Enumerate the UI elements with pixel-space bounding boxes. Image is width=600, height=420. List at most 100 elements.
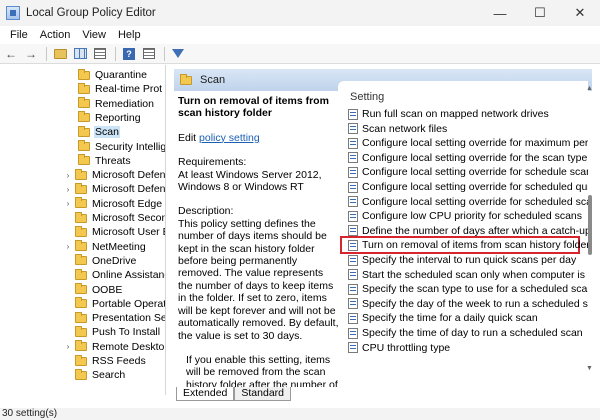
folder-icon bbox=[78, 111, 90, 123]
folder-icon bbox=[75, 168, 87, 180]
tree-item[interactable]: Search bbox=[64, 368, 126, 382]
setting-row[interactable]: Specify the scan type to use for a sched… bbox=[348, 282, 588, 296]
tree-item[interactable]: › Microsoft Edge bbox=[64, 197, 163, 211]
expand-chevron-icon[interactable]: › bbox=[64, 242, 72, 251]
tree-item[interactable]: › NetMeeting bbox=[64, 240, 147, 254]
tree-item-label: Threats bbox=[95, 154, 131, 167]
menu-file[interactable]: File bbox=[4, 29, 34, 41]
tree-item[interactable]: Threats bbox=[78, 154, 132, 168]
tree-item-label: OOBE bbox=[92, 283, 123, 296]
setting-label: Specify the day of the week to run a sch… bbox=[362, 297, 588, 310]
setting-row[interactable]: Configure local setting override for sch… bbox=[348, 195, 588, 209]
policy-setting-icon bbox=[348, 225, 358, 237]
up-folder-button[interactable] bbox=[51, 45, 69, 63]
tree-item[interactable]: Microsoft Second bbox=[64, 211, 165, 225]
setting-row[interactable]: Run full scan on mapped network drives bbox=[348, 107, 549, 121]
forward-arrow-icon[interactable]: → bbox=[22, 45, 40, 63]
tree-item[interactable]: Remediation bbox=[78, 97, 155, 111]
settings-list[interactable]: Setting Run full scan on mapped network … bbox=[338, 81, 588, 373]
setting-column-header[interactable]: Setting bbox=[350, 91, 384, 103]
properties-icon bbox=[143, 48, 155, 59]
tree-item[interactable]: Reporting bbox=[78, 111, 142, 125]
expand-chevron-icon[interactable]: › bbox=[64, 171, 72, 180]
tree-item-label: Search bbox=[92, 369, 126, 382]
tree-item[interactable]: Online Assistance bbox=[64, 268, 165, 282]
tree-item[interactable]: Quarantine bbox=[78, 68, 148, 82]
back-arrow-icon[interactable]: ← bbox=[2, 45, 20, 63]
menu-action[interactable]: Action bbox=[34, 29, 77, 41]
pane-header-title: Scan bbox=[200, 74, 226, 86]
folder-icon bbox=[75, 240, 87, 252]
scroll-up-arrow-icon[interactable]: ▲ bbox=[586, 85, 593, 92]
setting-row[interactable]: Configure local setting override for sch… bbox=[348, 165, 588, 179]
menu-help[interactable]: Help bbox=[112, 29, 147, 41]
menu-bar: File Action View Help bbox=[0, 26, 600, 44]
console-tree[interactable]: Quarantine Real-time Prot Remediation Repor… bbox=[0, 65, 166, 395]
close-button[interactable]: ✕ bbox=[560, 0, 600, 26]
tree-item[interactable]: › Remote Desktop S bbox=[64, 340, 165, 354]
setting-row[interactable]: Specify the interval to run quick scans … bbox=[348, 253, 576, 267]
view-tabs: Extended Standard bbox=[170, 387, 600, 401]
menu-view[interactable]: View bbox=[76, 29, 112, 41]
setting-row[interactable]: Scan network files bbox=[348, 122, 447, 136]
tree-item-label: Security Intellig bbox=[95, 140, 166, 153]
setting-label: Specify the time for a daily quick scan bbox=[362, 312, 538, 325]
help-button[interactable]: ? bbox=[120, 45, 138, 63]
tree-item[interactable]: › Microsoft Defende bbox=[64, 168, 166, 182]
setting-row[interactable]: Specify the time for a daily quick scan bbox=[348, 311, 538, 325]
setting-row[interactable]: Configure local setting override for sch… bbox=[348, 180, 588, 194]
policy-setting-link[interactable]: policy setting bbox=[199, 132, 260, 144]
folder-icon bbox=[75, 225, 87, 237]
tree-item-label: Microsoft Defende bbox=[92, 183, 166, 196]
tree-item[interactable]: Real-time Prot bbox=[78, 82, 163, 96]
help-icon: ? bbox=[123, 47, 135, 60]
show-hide-tree-button[interactable] bbox=[71, 45, 89, 63]
minimize-button[interactable]: — bbox=[480, 0, 520, 26]
setting-row[interactable]: Configure low CPU priority for scheduled… bbox=[348, 209, 582, 223]
setting-label: Define the number of days after which a … bbox=[362, 224, 588, 237]
status-bar: 30 setting(s) bbox=[0, 408, 600, 420]
setting-row[interactable]: Configure local setting override for max… bbox=[348, 136, 588, 150]
tab-standard[interactable]: Standard bbox=[234, 387, 291, 401]
folder-icon bbox=[75, 197, 87, 209]
tab-extended[interactable]: Extended bbox=[176, 387, 235, 401]
tree-item[interactable]: Microsoft User Exp bbox=[64, 225, 165, 239]
expand-chevron-icon[interactable]: › bbox=[64, 199, 72, 208]
setting-row[interactable]: Specify the day of the week to run a sch… bbox=[348, 297, 588, 311]
filter-icon bbox=[172, 49, 184, 58]
tree-item-label: Remote Desktop S bbox=[92, 340, 165, 353]
setting-row[interactable]: CPU throttling type bbox=[348, 341, 450, 355]
tree-item-label: Microsoft Defende bbox=[92, 169, 166, 182]
setting-label: Configure local setting override for sch… bbox=[362, 195, 588, 208]
export-list-button[interactable] bbox=[91, 45, 109, 63]
tree-item[interactable]: Portable Operating bbox=[64, 297, 165, 311]
tree-item-label: Online Assistance bbox=[92, 269, 165, 282]
tree-item[interactable]: Presentation Settin bbox=[64, 311, 165, 325]
folder-icon bbox=[75, 182, 87, 194]
setting-row[interactable]: Turn on removal of items from scan histo… bbox=[348, 238, 588, 252]
expand-chevron-icon[interactable]: › bbox=[64, 342, 72, 351]
vertical-scrollbar-thumb[interactable] bbox=[588, 195, 592, 255]
policy-setting-icon bbox=[348, 342, 358, 354]
tree-item[interactable]: OOBE bbox=[64, 283, 123, 297]
scroll-down-arrow-icon[interactable]: ▼ bbox=[586, 365, 593, 372]
tree-item[interactable]: RSS Feeds bbox=[64, 354, 147, 368]
tree-item[interactable]: Security Intellig bbox=[78, 140, 166, 154]
properties-button[interactable] bbox=[140, 45, 158, 63]
folder-icon bbox=[78, 82, 90, 94]
tree-item[interactable]: Scan bbox=[78, 125, 120, 139]
setting-label: Start the scheduled scan only when compu… bbox=[362, 268, 588, 281]
tree-item[interactable]: Push To Install bbox=[64, 325, 161, 339]
setting-row[interactable]: Start the scheduled scan only when compu… bbox=[348, 268, 588, 282]
maximize-button[interactable]: ☐ bbox=[520, 0, 560, 26]
tree-item[interactable]: OneDrive bbox=[64, 254, 137, 268]
setting-row[interactable]: Configure local setting override for the… bbox=[348, 151, 588, 165]
tree-item-label: Scan bbox=[94, 126, 120, 139]
details-pane: Scan Turn on removal of items from scan … bbox=[170, 65, 600, 401]
filter-button[interactable] bbox=[169, 45, 187, 63]
setting-row[interactable]: Specify the time of day to run a schedul… bbox=[348, 326, 583, 340]
tree-item[interactable]: › Microsoft Defende bbox=[64, 182, 166, 196]
policy-title: Turn on removal of items from scan histo… bbox=[178, 95, 329, 120]
expand-chevron-icon[interactable]: › bbox=[64, 185, 72, 194]
tree-item-label: Microsoft User Exp bbox=[92, 226, 165, 239]
